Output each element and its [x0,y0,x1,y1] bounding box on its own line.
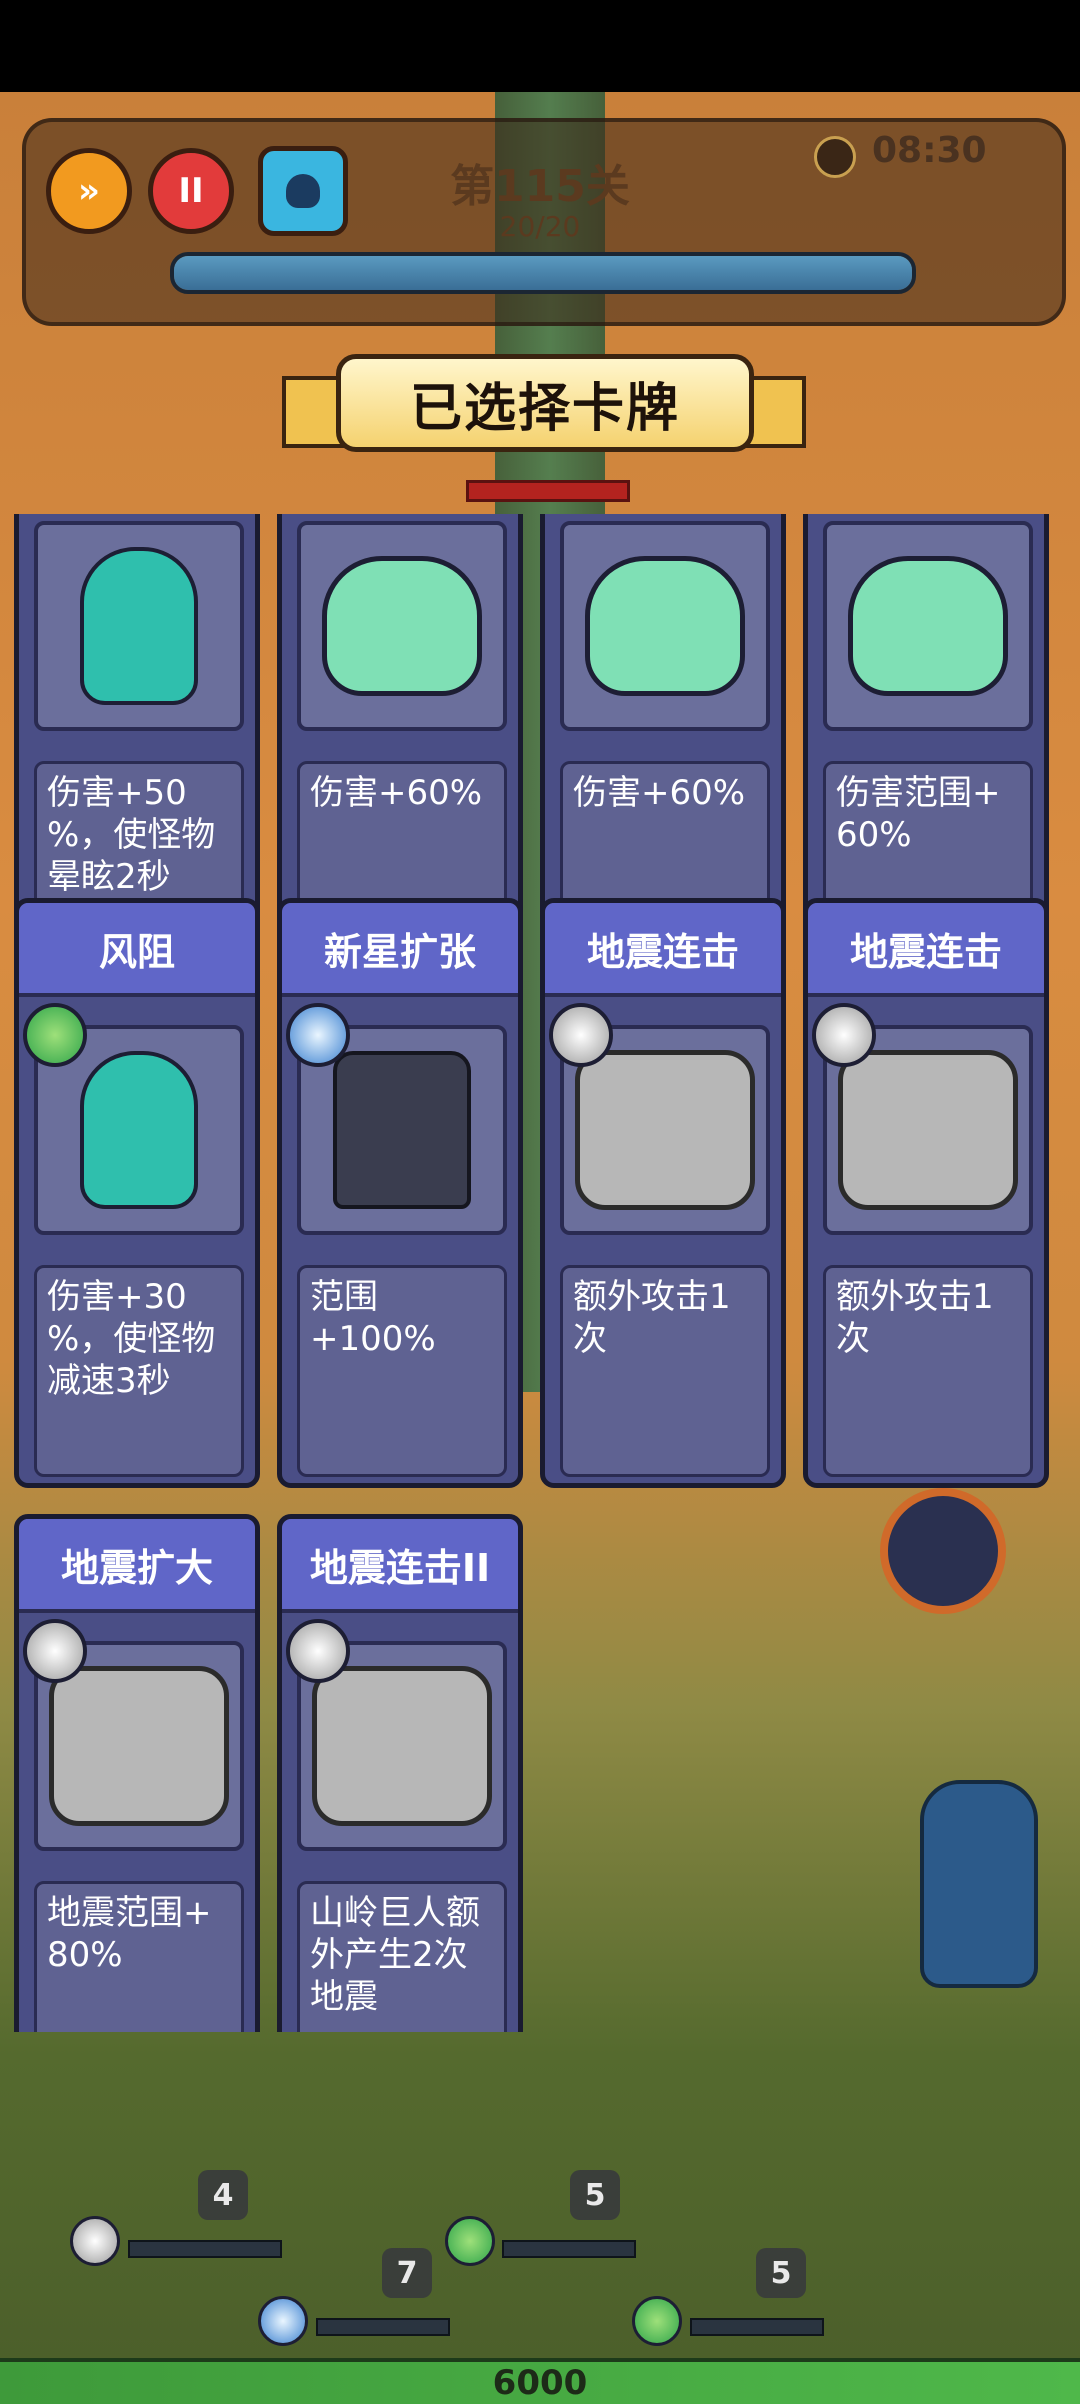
card-description-line: 次 [836,1319,870,1359]
rock-element-icon [549,1003,613,1067]
card-9[interactable]: 地震扩大地震范围+ 80% [14,1514,260,2032]
wave-progress-bar [170,252,916,294]
card-title: 地震连击 [545,903,781,997]
golem-character [49,1666,229,1826]
card-description-line: 次 [573,1319,607,1359]
card-description: 伤害+30 %，使怪物 减速3秒 [34,1265,244,1477]
card-description-line: 减速3秒 [47,1361,171,1401]
golem-character [838,1050,1018,1210]
banner-red-bar [466,480,630,502]
card-description-line: 晕眩2秒 [47,857,171,897]
card-title: 风阻 [19,903,255,997]
pause-button[interactable]: II [148,148,234,234]
fast-forward-button[interactable]: » [46,148,132,234]
card-description-line: 范围+100% [310,1277,436,1359]
knight-character [333,1051,471,1209]
card-portrait [34,521,244,731]
bird-character [848,556,1008,696]
card-description: 山岭巨人额 外产生2次 地震 [297,1881,507,2032]
ghost-unit-level: 5 [570,2170,620,2220]
wave-counter: 20/20 [499,210,581,243]
card-description-line: 地震范围+ [47,1893,212,1933]
skull-icon [286,174,320,208]
timer-text: 08:30 [872,130,987,171]
card-10[interactable]: 地震连击II 山岭巨人额 外产生2次 地震 [277,1514,523,2032]
selected-cards-banner: 已选择卡牌 [282,350,806,454]
card-description-line: 60% [836,815,912,855]
card-portrait [823,521,1033,731]
ghost-character [80,547,198,705]
card-description-line: %，使怪物 [47,1319,216,1359]
card-title: 地震扩大 [19,1519,255,1613]
knight-unit-badge [258,2296,308,2346]
card-description-line: 额外攻击1 [573,1277,731,1317]
card-description: 地震范围+ 80% [34,1881,244,2032]
status-bar [0,0,1080,92]
card-description: 额外攻击1 次 [823,1265,1033,1477]
card-5[interactable]: 风阻伤害+30 %，使怪物 减速3秒 [14,898,260,1488]
card-title: 新星扩张 [282,903,518,997]
card-description-line: 伤害+60% [310,773,483,813]
banner-title: 已选择卡牌 [336,354,754,452]
boss-info-button[interactable] [258,146,348,236]
bird-unit-hp [690,2318,824,2336]
wind-element-icon [23,1003,87,1067]
wave-progress-fill [174,256,912,290]
rock-element-icon [23,1619,87,1683]
card-portrait [297,521,507,731]
card-6[interactable]: 新星扩张范围+100% [277,898,523,1488]
golem-character [575,1050,755,1210]
fast-forward-icon: » [78,171,100,211]
card-description-line: 伤害范围+ [836,773,1001,813]
ghost-character [80,1051,198,1209]
card-description-line: 外产生2次 [310,1935,468,1975]
card-description-line: %，使怪物 [47,815,216,855]
bird-character [322,556,482,696]
card-8[interactable]: 地震连击额外攻击1 次 [803,898,1049,1488]
card-description-line: 伤害+50 [47,773,187,813]
golem-unit-badge [70,2216,120,2266]
golem-unit-level: 4 [198,2170,248,2220]
card-description-line: 伤害+30 [47,1277,187,1317]
card-portrait [560,521,770,731]
knight-unit-level: 7 [382,2248,432,2298]
card-7[interactable]: 地震连击额外攻击1 次 [540,898,786,1488]
base-hp-value: 6000 [492,2363,588,2403]
ice-element-icon [286,1003,350,1067]
card-description-line: 80% [47,1935,123,1975]
card-description-line: 山岭巨人额 [310,1893,480,1933]
card-list[interactable]: 伤害+50 %，使怪物 晕眩2秒 伤害+60% 伤害+60% 伤害范围+ 60% 风阻 伤害+3… [14,514,1064,2032]
card-title: 地震连击II [282,1519,518,1613]
knight-unit-hp [316,2318,450,2336]
rock-element-icon [812,1003,876,1067]
level-title: 第115关 [450,161,630,212]
bird-character [585,556,745,696]
bird-unit-level: 5 [756,2248,806,2298]
card-description: 范围+100% [297,1265,507,1477]
card-description-line: 伤害+60% [573,773,746,813]
card-description-line: 额外攻击1 [836,1277,994,1317]
clock-icon [814,136,856,178]
ghost-unit-badge [445,2216,495,2266]
card-description-line: 地震 [310,1977,378,2017]
ghost-unit-hp [502,2240,636,2258]
rock-element-icon [286,1619,350,1683]
bird-unit-badge [632,2296,682,2346]
base-hp-bar: 6000 [0,2358,1080,2404]
pause-icon: II [178,171,204,211]
card-description: 额外攻击1 次 [560,1265,770,1477]
golem-unit-hp [128,2240,282,2258]
card-title: 地震连击 [808,903,1044,997]
golem-character [312,1666,492,1826]
